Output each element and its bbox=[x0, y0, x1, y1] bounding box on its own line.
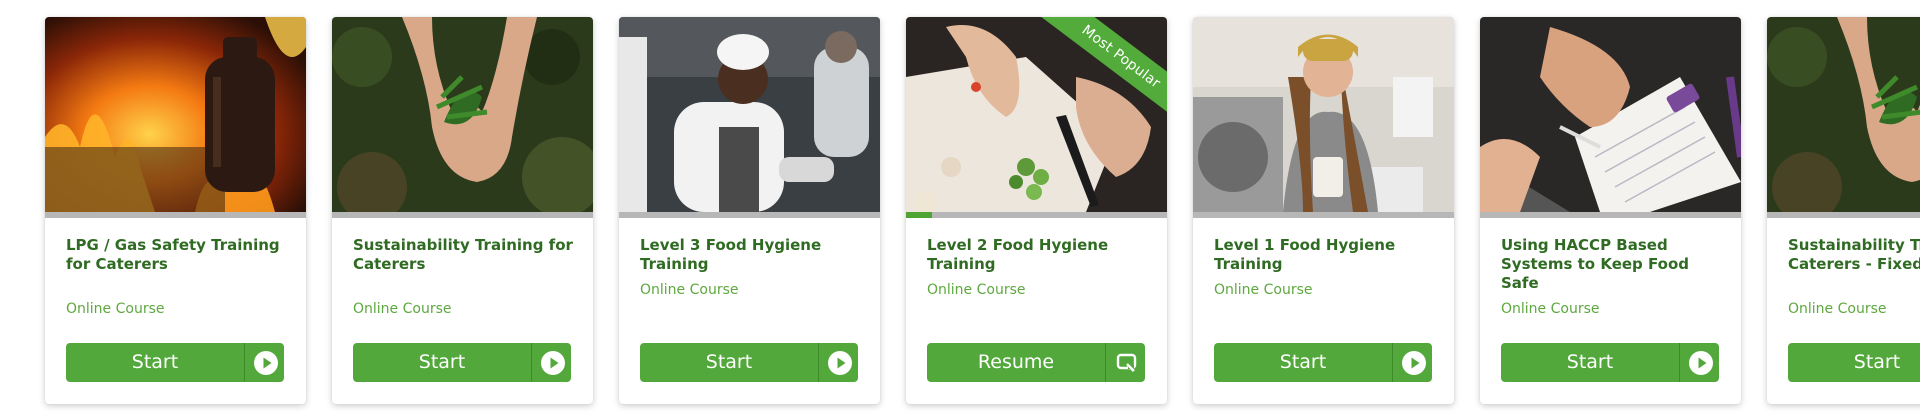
course-thumbnail bbox=[619, 17, 880, 212]
play-icon bbox=[828, 351, 852, 375]
course-thumbnail bbox=[1480, 17, 1741, 212]
start-button-label: Start bbox=[418, 351, 466, 373]
course-thumbnail bbox=[1193, 17, 1454, 212]
course-progress-fill bbox=[906, 212, 933, 218]
button-divider bbox=[244, 343, 245, 382]
course-type: Online Course bbox=[1501, 301, 1600, 317]
start-button-label: Start bbox=[1853, 351, 1901, 373]
course-thumbnail: Most Popular bbox=[906, 17, 1167, 212]
replay-icon bbox=[1115, 351, 1139, 375]
course-title: LPG / Gas Safety Training for Caterers bbox=[66, 236, 280, 273]
course-title: Level 3 Food Hygiene Training bbox=[640, 236, 822, 273]
resume-button[interactable]: Resume bbox=[927, 343, 1145, 382]
course-type: Online Course bbox=[927, 282, 1026, 298]
start-button[interactable]: Start bbox=[1501, 343, 1719, 382]
course-type: Online Course bbox=[1214, 282, 1313, 298]
course-thumbnail bbox=[332, 17, 593, 212]
course-type: Online Course bbox=[66, 301, 165, 317]
course-title: Sustainability Training for Caterers bbox=[353, 236, 573, 273]
start-button-label: Start bbox=[1566, 351, 1614, 373]
course-title: Level 2 Food Hygiene Training bbox=[927, 236, 1109, 273]
course-progress-track bbox=[45, 212, 306, 218]
course-card-sustainability[interactable]: Sustainability Training for Caterers Onl… bbox=[332, 17, 593, 404]
start-button-label: Start bbox=[705, 351, 753, 373]
course-carousel: LPG / Gas Safety Training for Caterers O… bbox=[0, 0, 1920, 413]
course-title: Level 1 Food Hygiene Training bbox=[1214, 236, 1396, 273]
play-icon bbox=[1402, 351, 1426, 375]
start-button-label: Start bbox=[1279, 351, 1327, 373]
start-button[interactable]: Start bbox=[353, 343, 571, 382]
start-button[interactable]: Start bbox=[1788, 343, 1920, 382]
course-card-level-2-food-hygiene[interactable]: Most Popular Level 2 Food Hygiene Traini… bbox=[906, 17, 1167, 404]
course-card-level-1-food-hygiene[interactable]: Level 1 Food Hygiene Training Online Cou… bbox=[1193, 17, 1454, 404]
play-icon bbox=[254, 351, 278, 375]
button-divider bbox=[1105, 343, 1106, 382]
start-button[interactable]: Start bbox=[640, 343, 858, 382]
course-title: Sustainability Training for Caterers - F… bbox=[1788, 236, 1920, 273]
button-divider bbox=[531, 343, 532, 382]
course-type: Online Course bbox=[640, 282, 739, 298]
course-progress-track bbox=[1193, 212, 1454, 218]
resume-button-label: Resume bbox=[977, 351, 1055, 373]
course-progress-track bbox=[1480, 212, 1741, 218]
course-progress-track bbox=[906, 212, 1167, 218]
course-card-level-3-food-hygiene[interactable]: Level 3 Food Hygiene Training Online Cou… bbox=[619, 17, 880, 404]
play-icon bbox=[541, 351, 565, 375]
course-card-lpg-gas-safety[interactable]: LPG / Gas Safety Training for Caterers O… bbox=[45, 17, 306, 404]
course-progress-track bbox=[619, 212, 880, 218]
course-title: Using HACCP Based Systems to Keep Food S… bbox=[1501, 236, 1689, 292]
course-thumbnail bbox=[45, 17, 306, 212]
start-button[interactable]: Start bbox=[66, 343, 284, 382]
course-type: Online Course bbox=[1788, 301, 1887, 317]
button-divider bbox=[818, 343, 819, 382]
course-card-haccp[interactable]: Using HACCP Based Systems to Keep Food S… bbox=[1480, 17, 1741, 404]
button-divider bbox=[1679, 343, 1680, 382]
course-card-sustainability-fixed-site[interactable]: Sustainability Training for Caterers - F… bbox=[1767, 17, 1920, 404]
start-button-label: Start bbox=[131, 351, 179, 373]
course-progress-track bbox=[332, 212, 593, 218]
play-icon bbox=[1689, 351, 1713, 375]
course-thumbnail bbox=[1767, 17, 1920, 212]
button-divider bbox=[1392, 343, 1393, 382]
course-progress-track bbox=[1767, 212, 1920, 218]
course-type: Online Course bbox=[353, 301, 452, 317]
start-button[interactable]: Start bbox=[1214, 343, 1432, 382]
